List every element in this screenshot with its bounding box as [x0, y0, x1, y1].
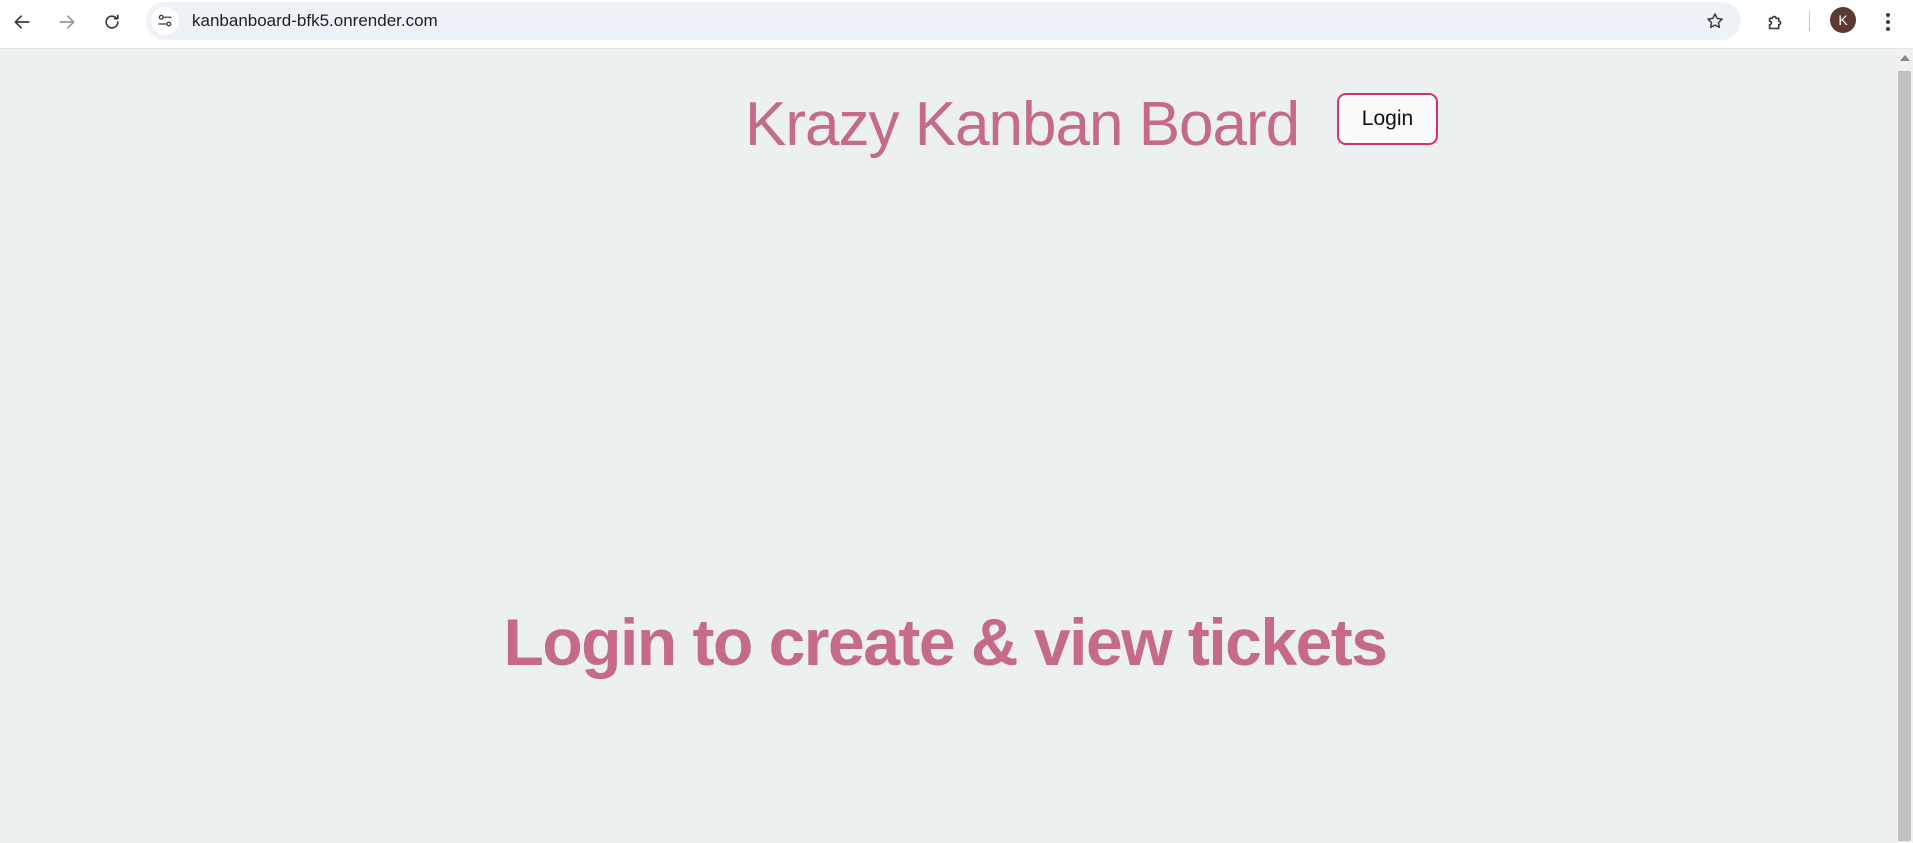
- toolbar-divider: [1809, 11, 1810, 31]
- page-content: Krazy Kanban Board Login Login to create…: [0, 49, 1896, 843]
- login-prompt-message: Login to create & view tickets: [503, 605, 1388, 679]
- extensions-button[interactable]: [1760, 6, 1792, 38]
- arrow-left-icon: [14, 15, 30, 29]
- back-button[interactable]: [6, 6, 38, 38]
- arrow-right-icon: [59, 15, 75, 29]
- app-title: Krazy Kanban Board: [745, 90, 1300, 159]
- tune-icon: [158, 14, 172, 27]
- kebab-menu-icon: [1886, 13, 1890, 31]
- bookmark-button[interactable]: [1703, 9, 1727, 33]
- forward-button[interactable]: [51, 6, 83, 38]
- login-button[interactable]: Login: [1337, 93, 1438, 145]
- scrollbar-thumb[interactable]: [1898, 71, 1911, 841]
- page-scrollbar[interactable]: [1896, 49, 1913, 843]
- address-bar[interactable]: kanbanboard-bfk5.onrender.com: [146, 2, 1741, 40]
- puzzle-icon: [1768, 15, 1782, 30]
- browser-toolbar: kanbanboard-bfk5.onrender.com K: [0, 0, 1913, 49]
- site-info-button[interactable]: [151, 7, 179, 35]
- star-icon: [1707, 13, 1723, 29]
- reload-button[interactable]: [96, 6, 128, 38]
- url-text[interactable]: kanbanboard-bfk5.onrender.com: [192, 11, 438, 31]
- browser-menu-button[interactable]: [1874, 6, 1902, 38]
- avatar-initial: K: [1838, 12, 1848, 28]
- reload-icon: [105, 14, 119, 29]
- profile-avatar[interactable]: K: [1830, 7, 1856, 33]
- scroll-up-arrow-icon[interactable]: [1900, 55, 1910, 61]
